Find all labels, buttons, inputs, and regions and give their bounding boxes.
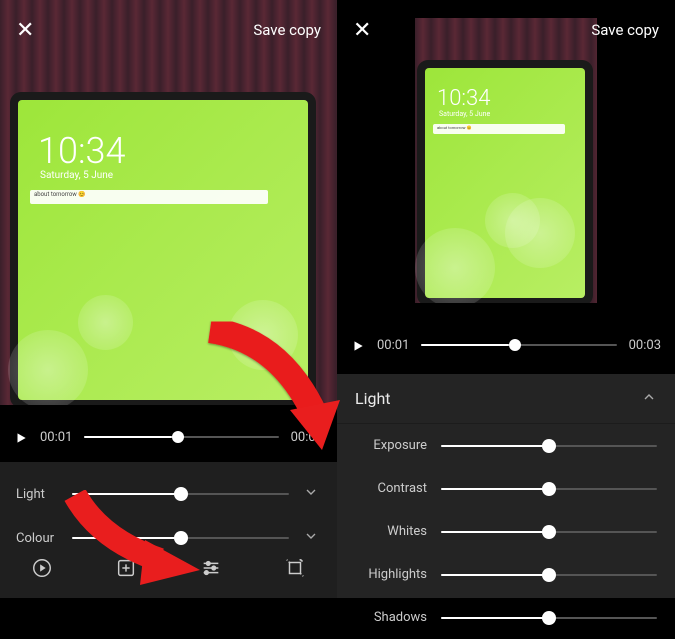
- shadows-slider[interactable]: [441, 617, 657, 619]
- light-slider[interactable]: [72, 493, 289, 495]
- chevron-up-icon[interactable]: [641, 389, 657, 409]
- tablet-notification: about tomorrow 😊: [433, 124, 565, 134]
- highlights-slider[interactable]: [441, 574, 657, 576]
- highlights-row: Highlights: [337, 553, 675, 596]
- editor-screen-expanded: ✕ Save copy 10:34 Saturday, 5 June about…: [337, 0, 675, 598]
- playback-bar: 00:01 00:03: [337, 322, 675, 368]
- light-row: Light: [0, 472, 337, 516]
- adjust-controls: Light Colour: [0, 462, 337, 598]
- time-current: 00:01: [377, 338, 409, 353]
- shadows-label: Shadows: [355, 610, 427, 625]
- whites-slider[interactable]: [441, 531, 657, 533]
- time-current: 00:01: [40, 430, 72, 445]
- tablet-in-video: 10:34 Saturday, 5 June about tomorrow 😊: [425, 68, 585, 298]
- highlights-label: Highlights: [355, 567, 427, 582]
- contrast-slider[interactable]: [441, 488, 657, 490]
- panel-title: Light: [355, 389, 391, 408]
- time-duration: 00:03: [291, 430, 323, 445]
- tablet-date: Saturday, 5 June: [40, 170, 113, 181]
- scrub-slider[interactable]: [84, 436, 278, 438]
- shadows-row: Shadows: [337, 596, 675, 639]
- exposure-slider[interactable]: [441, 445, 657, 447]
- close-icon[interactable]: ✕: [16, 18, 34, 43]
- colour-label: Colour: [16, 531, 60, 546]
- play-icon[interactable]: [14, 430, 28, 444]
- playback-bar: 00:01 00:03: [0, 414, 337, 460]
- colour-slider[interactable]: [72, 537, 289, 539]
- tablet-date: Saturday, 5 June: [439, 110, 490, 118]
- top-bar: ✕ Save copy: [337, 0, 675, 60]
- tablet-clock: 10:34: [437, 86, 490, 111]
- whites-row: Whites: [337, 510, 675, 553]
- tablet-in-video: 10:34 Saturday, 5 June about tomorrow 😊: [18, 100, 308, 400]
- editor-screen-collapsed: 10:34 Saturday, 5 June about tomorrow 😊 …: [0, 0, 337, 598]
- save-copy-button[interactable]: Save copy: [591, 21, 659, 39]
- save-copy-button[interactable]: Save copy: [253, 21, 321, 39]
- video-preview[interactable]: 10:34 Saturday, 5 June about tomorrow 😊: [415, 18, 597, 303]
- chevron-down-icon[interactable]: [301, 528, 321, 548]
- tablet-notification: about tomorrow 😊: [30, 190, 268, 204]
- crop-rotate-icon[interactable]: [284, 557, 306, 583]
- time-duration: 00:03: [629, 338, 661, 353]
- adjust-icon[interactable]: [200, 557, 222, 583]
- play-icon[interactable]: [351, 338, 365, 352]
- whites-label: Whites: [355, 524, 427, 539]
- video-preview[interactable]: 10:34 Saturday, 5 June about tomorrow 😊: [0, 0, 337, 405]
- light-label: Light: [16, 487, 60, 502]
- contrast-label: Contrast: [355, 481, 427, 496]
- close-icon[interactable]: ✕: [353, 18, 371, 43]
- enhance-icon[interactable]: [115, 557, 137, 583]
- exposure-label: Exposure: [355, 438, 427, 453]
- bottom-toolbar: [0, 548, 337, 592]
- panel-header[interactable]: Light: [337, 374, 675, 424]
- contrast-row: Contrast: [337, 467, 675, 510]
- exposure-row: Exposure: [337, 424, 675, 467]
- chevron-down-icon[interactable]: [301, 484, 321, 504]
- suggestions-icon[interactable]: [31, 557, 53, 583]
- scrub-slider[interactable]: [421, 344, 616, 346]
- tablet-clock: 10:34: [38, 130, 125, 172]
- light-panel: Light ExposureContrastWhitesHighlightsSh…: [337, 374, 675, 598]
- top-bar: ✕ Save copy: [0, 0, 337, 60]
